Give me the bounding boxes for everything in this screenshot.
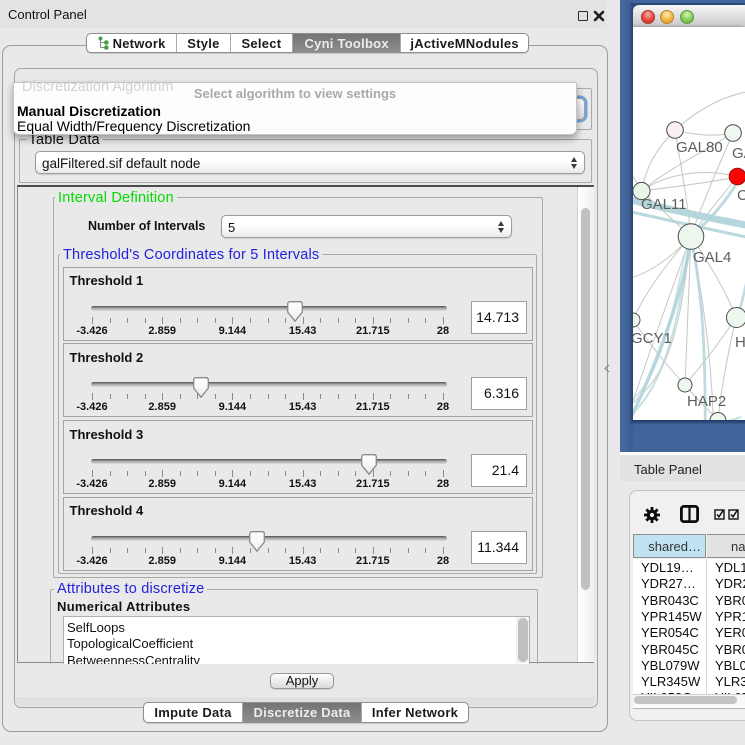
svg-text:GAL4: GAL4: [693, 249, 731, 266]
svg-text:HIS: HIS: [735, 334, 745, 351]
svg-text:CR: CR: [737, 187, 745, 204]
svg-text:GCY1: GCY1: [633, 330, 672, 347]
svg-text:GAL80: GAL80: [676, 139, 723, 156]
svg-text:HAP2: HAP2: [687, 393, 726, 410]
svg-text:GAL11: GAL11: [641, 196, 687, 213]
svg-text:GA: GA: [732, 145, 745, 162]
